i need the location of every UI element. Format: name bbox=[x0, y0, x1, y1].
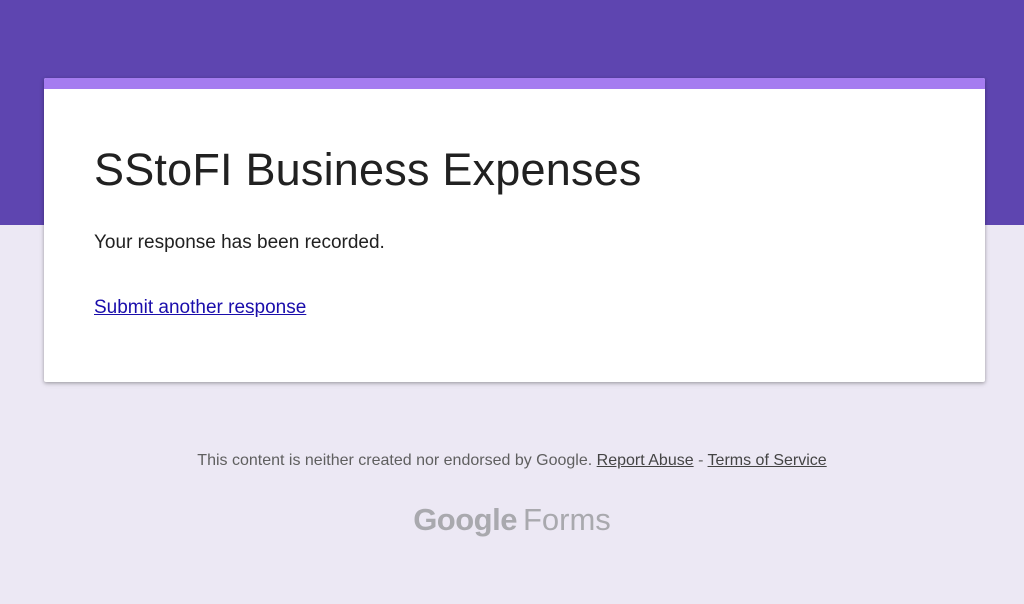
submit-another-response-link[interactable]: Submit another response bbox=[94, 297, 306, 319]
terms-of-service-link[interactable]: Terms of Service bbox=[708, 452, 827, 469]
response-card: SStoFI Business Expenses Your response h… bbox=[44, 78, 985, 382]
google-forms-logo[interactable]: Google Forms bbox=[0, 502, 1024, 538]
card-accent-bar bbox=[44, 78, 985, 89]
brand-google-text: Google bbox=[413, 502, 517, 537]
form-title: SStoFI Business Expenses bbox=[94, 144, 642, 195]
brand-product-text: Forms bbox=[522, 502, 611, 537]
confirmation-message: Your response has been recorded. bbox=[94, 232, 385, 253]
footer-disclaimer: This content is neither created nor endo… bbox=[0, 452, 1024, 470]
disclaimer-text: This content is neither created nor endo… bbox=[197, 452, 593, 469]
footer-separator: - bbox=[698, 452, 704, 469]
report-abuse-link[interactable]: Report Abuse bbox=[597, 452, 694, 469]
